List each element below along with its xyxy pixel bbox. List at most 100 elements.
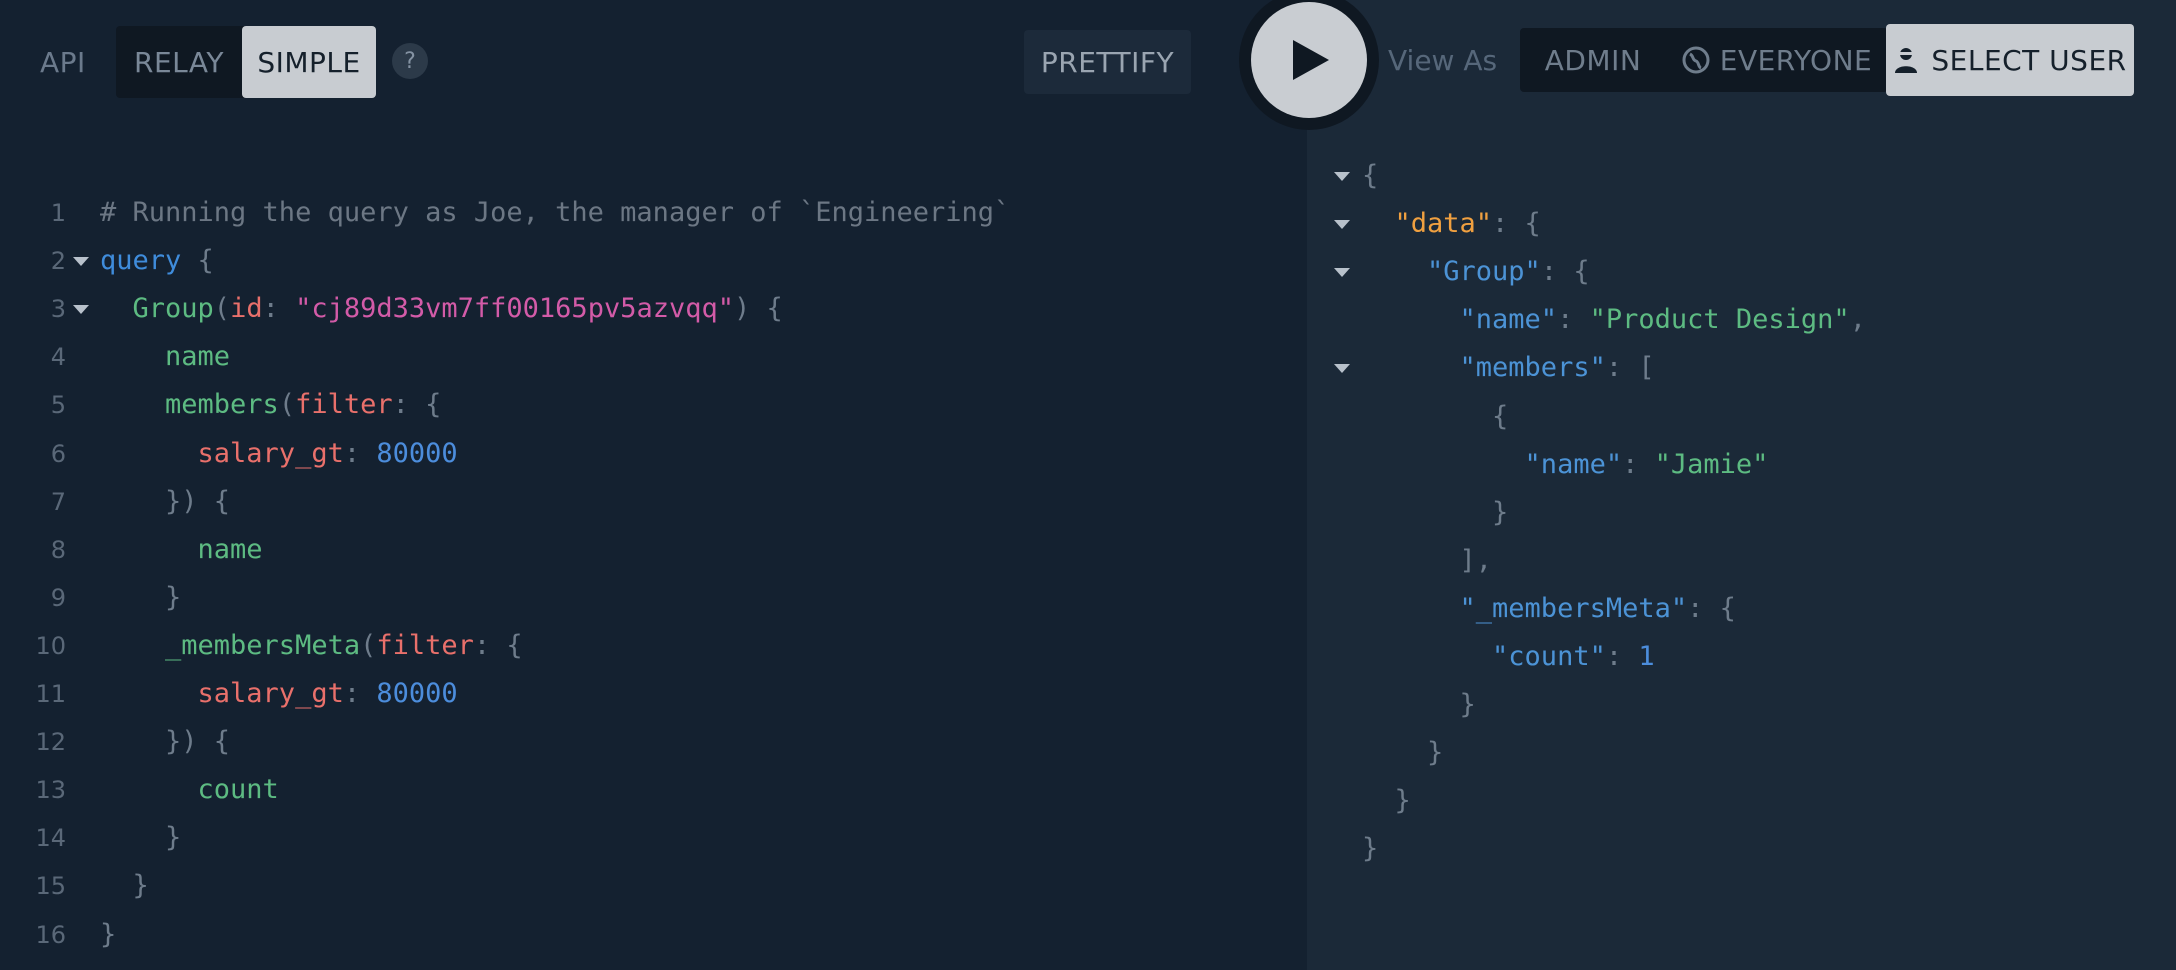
code-text: salary_gt: 80000 (100, 430, 458, 478)
result-line: "members": [ (1320, 344, 2160, 392)
code-token: : { (1687, 592, 1736, 624)
result-text: "name": "Jamie" (1362, 441, 1769, 489)
code-line[interactable]: 5 members(filter: { (0, 381, 1300, 429)
result-text: } (1362, 681, 1476, 729)
fold-arrow-icon[interactable] (1334, 268, 1350, 278)
code-token: "name" (1362, 448, 1623, 480)
globe-icon (1682, 46, 1710, 74)
code-token: : (343, 678, 377, 709)
code-token: "Product Design" (1589, 304, 1850, 336)
fold-arrow-icon[interactable] (1334, 220, 1350, 230)
code-line[interactable]: 7 }) { (0, 478, 1300, 526)
code-text: _membersMeta(filter: { (100, 622, 523, 670)
result-text: "Group": { (1362, 248, 1590, 296)
result-text: } (1362, 489, 1508, 537)
admin-button[interactable]: ADMIN (1520, 28, 1666, 92)
code-token: Group (100, 293, 214, 325)
view-as-label: View As (1388, 44, 1498, 77)
code-token: salary_gt (100, 678, 344, 709)
result-text: "_membersMeta": { (1362, 585, 1736, 633)
code-line[interactable]: 8 name (0, 526, 1300, 574)
code-text: members(filter: { (100, 381, 441, 429)
code-line[interactable]: 10 _membersMeta(filter: { (0, 622, 1300, 670)
code-text: query { (100, 237, 214, 285)
relay-mode-button[interactable]: RELAY (116, 26, 242, 98)
code-line[interactable]: 6 salary_gt: 80000 (0, 430, 1300, 478)
code-text: name (100, 526, 263, 574)
play-icon (1293, 40, 1329, 80)
result-text: "data": { (1362, 200, 1541, 248)
code-token: : [ (1605, 352, 1655, 384)
code-token: "count" (1362, 641, 1606, 672)
code-token: } (100, 918, 117, 950)
code-token: }) { (100, 485, 231, 517)
code-text: } (100, 911, 116, 959)
result-line: "name": "Jamie" (1320, 441, 2160, 489)
line-number: 14 (35, 824, 66, 853)
result-text: "name": "Product Design", (1362, 296, 1866, 344)
fold-arrow-icon[interactable] (73, 305, 89, 315)
result-line: ], (1320, 537, 2160, 585)
code-token: "_membersMeta" (1362, 592, 1688, 624)
result-line: } (1320, 681, 2160, 729)
code-token: 80000 (376, 437, 458, 469)
result-line: { (1320, 152, 2160, 200)
result-line: { (1320, 393, 2160, 441)
code-text: count (100, 766, 279, 814)
code-token: count (100, 774, 279, 806)
run-query-button[interactable] (1251, 2, 1367, 118)
line-number: 4 (50, 343, 66, 372)
code-token: : { (473, 629, 523, 661)
line-number: 3 (50, 295, 66, 324)
code-line[interactable]: 2 query { (0, 237, 1300, 285)
result-line: "name": "Product Design", (1320, 296, 2160, 344)
code-token: { (1362, 400, 1509, 432)
code-line[interactable]: 16} (0, 911, 1300, 959)
code-token: # Running the query as Joe, the manager … (100, 197, 1011, 228)
code-token: : (343, 437, 377, 469)
select-user-button[interactable]: SELECT USER (1886, 24, 2134, 96)
fold-arrow-icon[interactable] (73, 257, 89, 267)
line-number: 8 (50, 535, 66, 564)
code-token: "data" (1362, 208, 1493, 240)
code-token: : { (1492, 208, 1541, 240)
code-line[interactable]: 12 }) { (0, 718, 1300, 766)
line-number: 10 (35, 631, 66, 660)
code-token: filter (376, 629, 474, 661)
code-token: _membersMeta (100, 629, 361, 661)
code-text: Group(id: "cj89d33vm7ff00165pv5azvqq") { (100, 285, 783, 333)
prettify-button[interactable]: PRETTIFY (1024, 30, 1191, 94)
help-button[interactable]: ? (392, 43, 428, 79)
code-token: } (100, 822, 182, 854)
result-text: { (1362, 393, 1508, 441)
code-token: { (1362, 160, 1379, 191)
code-token: : (1622, 448, 1655, 480)
code-token: name (100, 533, 263, 565)
everyone-button[interactable]: EVERYONE (1666, 28, 1888, 92)
code-token: } (100, 581, 182, 613)
code-text: # Running the query as Joe, the manager … (100, 189, 1010, 237)
code-token: : (1557, 304, 1590, 336)
fold-arrow-icon[interactable] (1334, 172, 1350, 181)
code-line[interactable]: 14 } (0, 814, 1300, 862)
code-line[interactable]: 15 } (0, 862, 1300, 910)
result-text: ], (1362, 537, 1493, 585)
code-line[interactable]: 9 } (0, 574, 1300, 622)
code-token: salary_gt (100, 437, 344, 469)
result-line: } (1320, 729, 2160, 777)
result-text: } (1362, 777, 1411, 825)
code-line[interactable]: 4 name (0, 333, 1300, 381)
code-line[interactable]: 3 Group(id: "cj89d33vm7ff00165pv5azvqq")… (0, 285, 1300, 333)
simple-mode-button[interactable]: SIMPLE (242, 26, 376, 98)
code-token: id (230, 293, 263, 325)
code-token: ( (278, 389, 296, 421)
result-text: "count": 1 (1362, 633, 1655, 681)
code-token: } (1362, 737, 1444, 769)
fold-arrow-icon[interactable] (1334, 364, 1350, 374)
code-token: "name" (1362, 304, 1558, 336)
code-line[interactable]: 1 # Running the query as Joe, the manager… (0, 189, 1300, 237)
code-line[interactable]: 13 count (0, 766, 1300, 814)
line-number: 11 (35, 680, 66, 708)
code-token: ( (213, 293, 231, 325)
code-line[interactable]: 11 salary_gt: 80000 (0, 670, 1300, 718)
